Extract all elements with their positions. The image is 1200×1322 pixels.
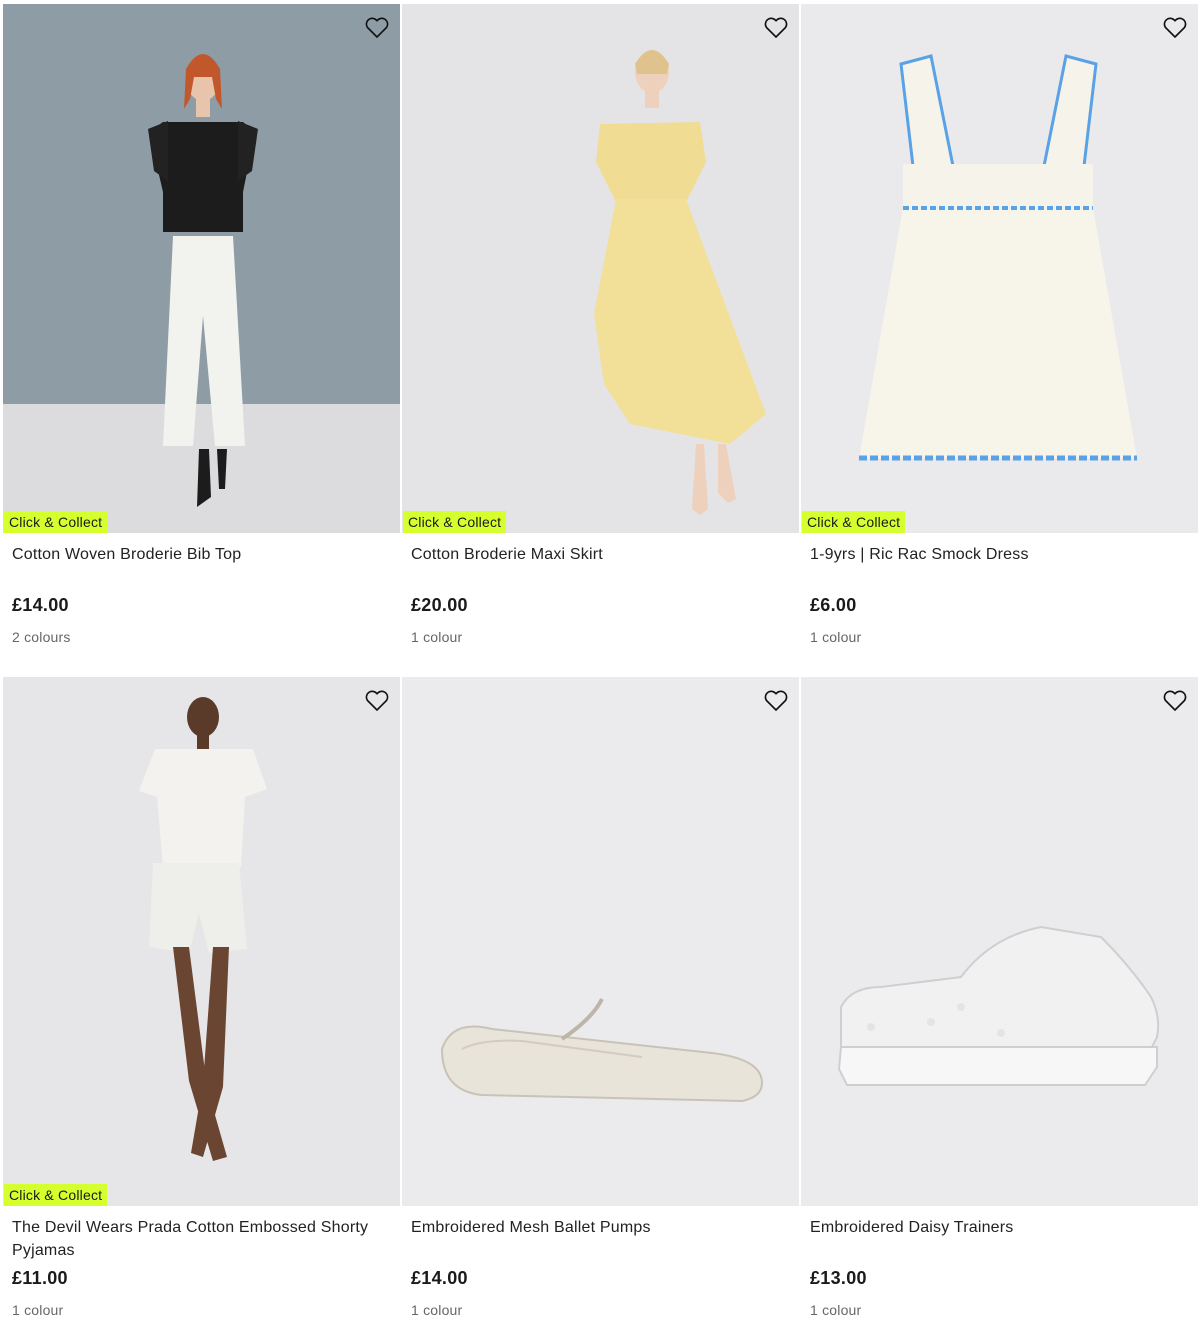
product-image[interactable]: Click & Collect — [402, 4, 799, 533]
product-price: £6.00 — [810, 595, 857, 615]
click-collect-badge: Click & Collect — [403, 511, 507, 533]
product-colours: 1 colour — [411, 629, 463, 645]
product-photo — [402, 4, 799, 533]
product-price: £11.00 — [12, 1268, 68, 1288]
product-image[interactable] — [402, 677, 799, 1206]
heart-outline-icon[interactable] — [1162, 689, 1188, 713]
click-collect-badge: Click & Collect — [4, 1184, 108, 1206]
product-title[interactable]: The Devil Wears Prada Cotton Embossed Sh… — [12, 1216, 391, 1262]
product-colours: 2 colours — [12, 629, 71, 645]
product-card[interactable]: Click & Collect Cotton Broderie Maxi Ski… — [402, 4, 799, 673]
product-image[interactable]: Click & Collect — [3, 4, 400, 533]
product-grid: Click & Collect Cotton Woven Broderie Bi… — [3, 4, 1198, 1322]
product-price: £20.00 — [411, 595, 468, 615]
click-collect-badge: Click & Collect — [802, 511, 906, 533]
product-title[interactable]: Cotton Woven Broderie Bib Top — [12, 543, 391, 589]
product-card[interactable]: Embroidered Daisy Trainers £13.00 1 colo… — [801, 677, 1198, 1322]
heart-outline-icon[interactable] — [364, 16, 390, 40]
product-colours: 1 colour — [411, 1302, 463, 1318]
product-photo — [801, 4, 1198, 533]
product-photo — [3, 4, 400, 533]
heart-outline-icon[interactable] — [364, 689, 390, 713]
product-price: £13.00 — [810, 1268, 867, 1288]
product-colours: 1 colour — [810, 1302, 862, 1318]
heart-outline-icon[interactable] — [763, 16, 789, 40]
click-collect-badge: Click & Collect — [4, 511, 108, 533]
product-photo — [402, 677, 799, 1206]
product-colours: 1 colour — [12, 1302, 64, 1318]
product-card[interactable]: Click & Collect The Devil Wears Prada Co… — [3, 677, 400, 1322]
product-photo — [801, 677, 1198, 1206]
product-price: £14.00 — [411, 1268, 468, 1288]
product-price: £14.00 — [12, 595, 69, 615]
product-colours: 1 colour — [810, 629, 862, 645]
product-card[interactable]: Click & Collect 1-9yrs | Ric Rac Smock D… — [801, 4, 1198, 673]
product-title[interactable]: Embroidered Daisy Trainers — [810, 1216, 1189, 1262]
heart-outline-icon[interactable] — [1162, 16, 1188, 40]
product-card[interactable]: Click & Collect Cotton Woven Broderie Bi… — [3, 4, 400, 673]
product-title[interactable]: Embroidered Mesh Ballet Pumps — [411, 1216, 790, 1262]
product-image[interactable]: Click & Collect — [801, 4, 1198, 533]
product-image[interactable]: Click & Collect — [3, 677, 400, 1206]
product-photo — [3, 677, 400, 1206]
product-image[interactable] — [801, 677, 1198, 1206]
product-card[interactable]: Embroidered Mesh Ballet Pumps £14.00 1 c… — [402, 677, 799, 1322]
product-title[interactable]: 1-9yrs | Ric Rac Smock Dress — [810, 543, 1189, 589]
product-title[interactable]: Cotton Broderie Maxi Skirt — [411, 543, 790, 589]
heart-outline-icon[interactable] — [763, 689, 789, 713]
